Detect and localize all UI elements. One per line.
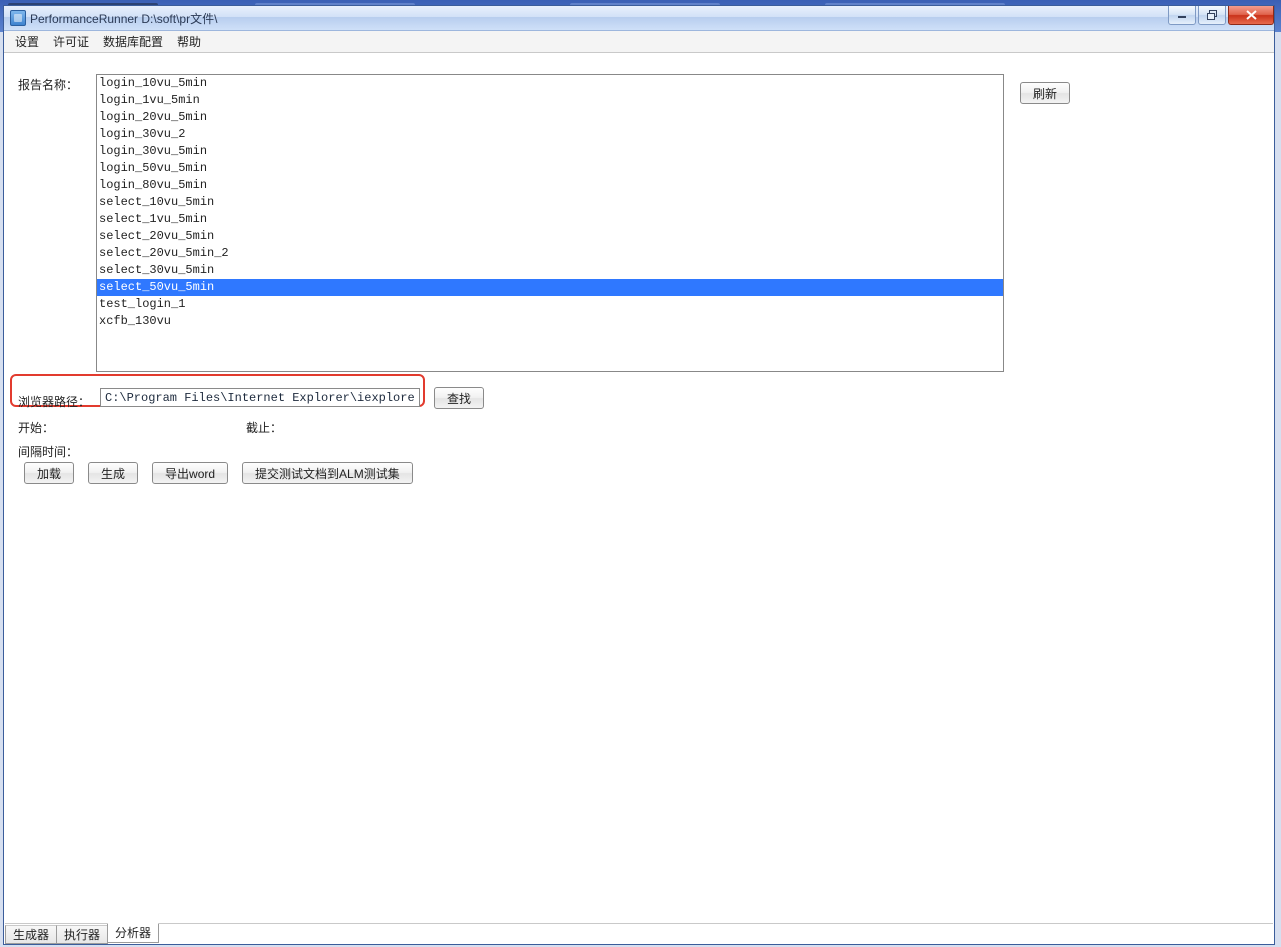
bottom-tab[interactable]: 分析器 [107, 923, 159, 943]
list-item[interactable]: select_20vu_5min_2 [97, 245, 1003, 262]
browser-path-label: 浏览器路径： [18, 393, 90, 410]
minimize-button[interactable] [1168, 6, 1196, 25]
export-word-button[interactable]: 导出word [152, 462, 228, 484]
close-icon [1246, 10, 1257, 20]
menu-help[interactable]: 帮助 [170, 31, 208, 52]
bottom-tab[interactable]: 生成器 [5, 925, 57, 944]
interval-label: 间隔时间： [18, 443, 78, 460]
window-controls [1166, 6, 1274, 26]
menu-db-config[interactable]: 数据库配置 [96, 31, 170, 52]
list-item[interactable]: select_10vu_5min [97, 194, 1003, 211]
list-item[interactable]: login_20vu_5min [97, 109, 1003, 126]
list-item[interactable]: select_30vu_5min [97, 262, 1003, 279]
app-icon [10, 10, 26, 26]
report-listbox[interactable]: login_10vu_5minlogin_1vu_5minlogin_20vu_… [96, 74, 1004, 372]
window-title: PerformanceRunner D:\soft\pr文件\ [30, 10, 217, 27]
minimize-icon [1177, 10, 1187, 20]
list-item[interactable]: login_1vu_5min [97, 92, 1003, 109]
list-item[interactable]: select_1vu_5min [97, 211, 1003, 228]
bottom-tabstrip: 生成器执行器分析器 [5, 923, 1273, 943]
menu-settings[interactable]: 设置 [8, 31, 46, 52]
list-item[interactable]: select_50vu_5min [97, 279, 1003, 296]
maximize-icon [1207, 10, 1217, 20]
list-item[interactable]: login_80vu_5min [97, 177, 1003, 194]
list-item[interactable]: login_30vu_2 [97, 126, 1003, 143]
refresh-button[interactable]: 刷新 [1020, 82, 1070, 104]
menu-bar: 设置 许可证 数据库配置 帮助 [4, 31, 1274, 53]
title-bar[interactable]: PerformanceRunner D:\soft\pr文件\ [4, 6, 1274, 31]
menu-license[interactable]: 许可证 [46, 31, 96, 52]
stop-label: 截止： [246, 419, 282, 436]
list-item[interactable]: test_login_1 [97, 296, 1003, 313]
submit-alm-button[interactable]: 提交测试文档到ALM测试集 [242, 462, 413, 484]
browser-path-input[interactable] [100, 388, 420, 407]
find-button[interactable]: 查找 [434, 387, 484, 409]
close-button[interactable] [1228, 6, 1274, 25]
load-button[interactable]: 加载 [24, 462, 74, 484]
bottom-tab[interactable]: 执行器 [56, 925, 108, 944]
list-item[interactable]: login_30vu_5min [97, 143, 1003, 160]
list-item[interactable]: login_10vu_5min [97, 75, 1003, 92]
action-button-row: 加载 生成 导出word 提交测试文档到ALM测试集 [24, 462, 413, 484]
list-item[interactable]: login_50vu_5min [97, 160, 1003, 177]
list-item[interactable]: xcfb_130vu [97, 313, 1003, 330]
generate-button[interactable]: 生成 [88, 462, 138, 484]
report-name-label: 报告名称： [18, 76, 78, 93]
start-label: 开始： [18, 419, 54, 436]
maximize-button[interactable] [1198, 6, 1226, 25]
list-item[interactable]: select_20vu_5min [97, 228, 1003, 245]
main-window: PerformanceRunner D:\soft\pr文件\ 设置 许可证 [3, 5, 1275, 945]
client-area: 报告名称： login_10vu_5minlogin_1vu_5minlogin… [4, 54, 1274, 922]
